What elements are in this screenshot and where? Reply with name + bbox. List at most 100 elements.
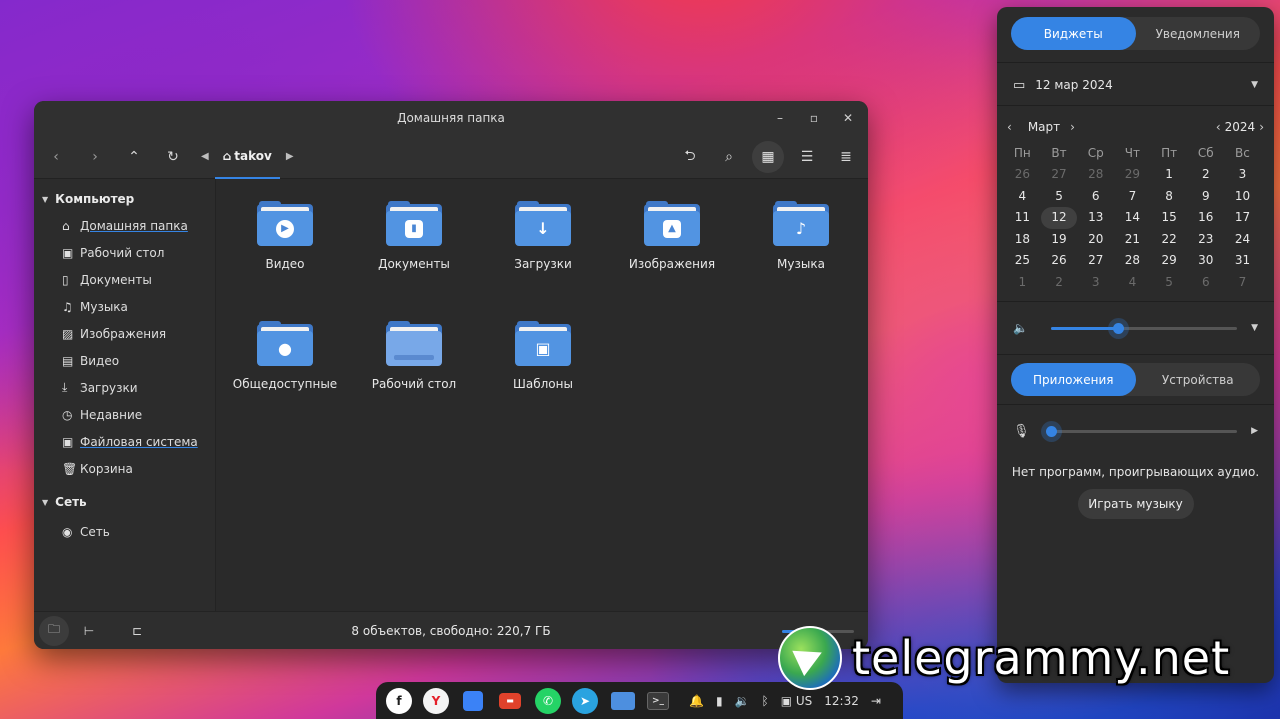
calendar-day[interactable]: 15 [1151, 207, 1188, 229]
tree-sidebar-button[interactable]: ⊢ [74, 616, 104, 646]
calendar-day[interactable]: 4 [1114, 272, 1151, 294]
calendar-day[interactable]: 27 [1041, 164, 1078, 186]
calendar-day[interactable]: 14 [1114, 207, 1151, 229]
sidebar-item-desktop[interactable]: ▣ Рабочий стол [34, 239, 215, 266]
calendar-day[interactable]: 17 [1224, 207, 1261, 229]
tab-devices[interactable]: Устройства [1136, 363, 1261, 396]
tab-applications[interactable]: Приложения [1011, 363, 1136, 396]
calendar-day[interactable]: 8 [1151, 186, 1188, 208]
volume-icon[interactable]: 🔉 [735, 694, 750, 708]
sidebar-item-trash[interactable]: 🗑 Корзина [34, 455, 215, 482]
prev-month-icon[interactable]: ‹ [1007, 120, 1012, 134]
sidebar-item-network[interactable]: ◉ Сеть [34, 518, 215, 545]
calendar-day[interactable]: 18 [1004, 229, 1041, 251]
calendar-day[interactable]: 6 [1077, 186, 1114, 208]
tab-notifications[interactable]: Уведомления [1136, 17, 1261, 50]
sidebar-item-downloads[interactable]: ⤓ Загрузки [34, 374, 215, 401]
battery-icon[interactable]: ▮ [716, 694, 723, 708]
minimize-button[interactable]: – [770, 109, 790, 127]
chevron-down-icon[interactable]: ▼ [1251, 323, 1258, 333]
telegram-icon[interactable]: ➤ [572, 687, 598, 714]
up-button[interactable]: ⌃ [118, 141, 150, 173]
calendar-day[interactable]: 1 [1004, 272, 1041, 294]
toggle-sidebar-button[interactable]: ⊏ [122, 616, 152, 646]
next-month-icon[interactable]: › [1070, 120, 1075, 134]
sidebar-section-network[interactable]: ▼ Сеть [34, 492, 215, 512]
calendar-day[interactable]: 11 [1004, 207, 1041, 229]
compact-view-button[interactable]: ≣ [830, 141, 862, 173]
search-button[interactable]: ⌕ [713, 141, 745, 173]
tab-widgets[interactable]: Виджеты [1011, 17, 1136, 50]
bluetooth-icon[interactable]: ᛒ [762, 694, 769, 708]
calendar-day-today[interactable]: 12 [1040, 207, 1078, 229]
back-button[interactable]: ‹ [40, 141, 72, 173]
radio-app-icon[interactable]: ▬ [499, 692, 521, 709]
reload-button[interactable]: ↻ [157, 141, 189, 173]
files-app-icon[interactable] [611, 691, 635, 710]
fedora-logo-icon[interactable]: f [386, 687, 412, 714]
calendar-day[interactable]: 26 [1041, 250, 1078, 272]
calendar-day[interactable]: 16 [1187, 207, 1224, 229]
folder-item-music[interactable]: ♪ Музыка [736, 201, 866, 271]
calendar-day[interactable]: 3 [1224, 164, 1261, 186]
calendar-day[interactable]: 29 [1114, 164, 1151, 186]
breadcrumb-left-arrow-icon[interactable]: ◀ [201, 151, 209, 162]
calendar-day[interactable]: 1 [1151, 164, 1188, 186]
play-music-button[interactable]: Играть музыку [1077, 489, 1194, 519]
calendar-day[interactable]: 5 [1041, 186, 1078, 208]
calendar-day[interactable]: 2 [1187, 164, 1224, 186]
calendar-day[interactable]: 28 [1077, 164, 1114, 186]
breadcrumb-right-arrow-icon[interactable]: ▶ [286, 151, 294, 162]
bell-icon[interactable]: 🔔 [689, 694, 704, 708]
breadcrumb-home[interactable]: ⌂ takov [214, 135, 280, 179]
calendar-day[interactable]: 13 [1077, 207, 1114, 229]
calendar-day[interactable]: 6 [1187, 272, 1224, 294]
microphone-slider-knob[interactable] [1046, 425, 1057, 437]
calendar-day[interactable]: 23 [1187, 229, 1224, 251]
sidebar-item-images[interactable]: ▨ Изображения [34, 320, 215, 347]
clock[interactable]: 12:32 [824, 694, 859, 708]
calendar-day[interactable]: 9 [1187, 186, 1224, 208]
software-store-icon[interactable] [463, 690, 483, 711]
sidebar-item-video[interactable]: ▤ Видео [34, 347, 215, 374]
calendar-day[interactable]: 22 [1151, 229, 1188, 251]
calendar-day[interactable]: 31 [1224, 250, 1261, 272]
toggle-location-button[interactable]: ⮌ [674, 141, 706, 173]
folder-item-desktop[interactable]: Рабочий стол [349, 321, 479, 391]
folder-item-templates[interactable]: ▣ Шаблоны [478, 321, 608, 391]
calendar-day[interactable]: 3 [1077, 272, 1114, 294]
calendar-day[interactable]: 20 [1077, 229, 1114, 251]
date-selector[interactable]: ▭ 12 мар 2024 ▼ [997, 65, 1274, 105]
sidebar-item-filesystem[interactable]: ▣ Файловая система [34, 428, 215, 455]
volume-slider-knob[interactable] [1112, 322, 1124, 334]
calendar-day[interactable]: 26 [1004, 164, 1041, 186]
titlebar[interactable]: Домашняя папка – ▫ ✕ [34, 101, 868, 135]
sidebar-item-music[interactable]: ♫ Музыка [34, 293, 215, 320]
folder-item-videos[interactable]: ▶ Видео [220, 201, 350, 271]
play-arrow-icon[interactable]: ▶ [1251, 426, 1258, 436]
calendar-day[interactable]: 5 [1151, 272, 1188, 294]
maximize-button[interactable]: ▫ [804, 109, 824, 127]
grid-view-button[interactable]: ▦ [752, 141, 784, 173]
speaker-icon[interactable]: 🔈 [1013, 321, 1043, 335]
terminal-icon[interactable]: >_ [647, 691, 669, 710]
volume-slider[interactable] [1051, 322, 1238, 334]
folder-item-downloads[interactable]: ↓ Загрузки [478, 201, 608, 271]
calendar-day[interactable]: 21 [1114, 229, 1151, 251]
sidebar-section-computer[interactable]: ▼ Компьютер [34, 189, 215, 209]
keyboard-layout[interactable]: ▣ US [781, 694, 813, 708]
list-view-button[interactable]: ☰ [791, 141, 823, 173]
calendar-day[interactable]: 24 [1224, 229, 1261, 251]
next-year-icon[interactable]: › [1259, 120, 1264, 134]
forward-button[interactable]: › [79, 141, 111, 173]
microphone-slider[interactable] [1046, 425, 1238, 437]
logout-icon[interactable]: ⇥ [871, 694, 881, 708]
yandex-browser-icon[interactable]: Y [423, 687, 449, 714]
close-button[interactable]: ✕ [838, 109, 858, 127]
folder-item-public[interactable]: ● Общедоступные [220, 321, 350, 391]
calendar-day[interactable]: 7 [1114, 186, 1151, 208]
whatsapp-icon[interactable]: ✆ [535, 687, 561, 714]
sidebar-item-home[interactable]: ⌂ Домашняя папка [34, 212, 215, 239]
calendar-day[interactable]: 30 [1187, 250, 1224, 272]
calendar-day[interactable]: 19 [1041, 229, 1078, 251]
